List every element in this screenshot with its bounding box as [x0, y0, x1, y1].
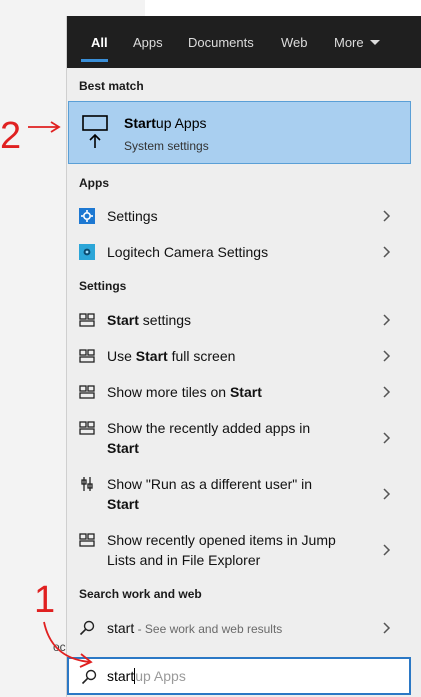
search-box[interactable]: startup Apps [67, 657, 411, 695]
active-tab-indicator [81, 59, 108, 62]
label-bold: Start [107, 440, 139, 456]
best-match-subtitle: System settings [124, 139, 209, 153]
settings-tile-icon [79, 385, 95, 399]
background-text-fragment: oc [53, 640, 66, 654]
logitech-camera-icon [79, 244, 95, 260]
best-match-result[interactable]: Startup Apps System settings [68, 101, 411, 164]
start-search-panel: All Apps Documents Web More Best match S… [66, 16, 421, 697]
label-part: Use [107, 348, 136, 364]
run-as-icon [81, 477, 93, 491]
chevron-right-icon [383, 350, 391, 362]
chevron-right-icon [383, 314, 391, 326]
label-bold: Start [107, 312, 139, 328]
search-autocomplete-suggestion: up Apps [135, 668, 186, 684]
search-web-heading: Search work and web [79, 587, 202, 601]
best-match-title-bold: Start [124, 115, 156, 131]
web-search-result[interactable]: start - See work and web results [67, 612, 411, 644]
settings-tile-icon [79, 349, 95, 363]
search-icon [79, 620, 95, 636]
setting-result-label: Show more tiles on Start [107, 382, 367, 402]
setting-result-recently-added[interactable]: Show the recently added apps in Start [67, 412, 411, 464]
gear-icon [79, 208, 95, 224]
settings-tile-icon [79, 533, 95, 547]
tab-apps[interactable]: Apps [133, 35, 163, 51]
setting-result-label: Start settings [107, 310, 367, 330]
web-search-hint: - See work and web results [134, 622, 283, 636]
label-part: full screen [167, 348, 236, 364]
screen: oc All Apps Documents Web More Best matc… [0, 0, 421, 697]
app-result-logitech[interactable]: Logitech Camera Settings [67, 236, 411, 268]
label-part: Lists and in File Explorer [107, 552, 261, 568]
apps-heading: Apps [79, 176, 109, 190]
setting-result-label: Show recently opened items in Jump Lists … [107, 530, 367, 570]
web-search-query: start [107, 620, 135, 636]
chevron-right-icon [383, 544, 391, 556]
setting-result-label: Use Start full screen [107, 346, 367, 366]
filter-tab-bar: All Apps Documents Web More [67, 16, 421, 68]
setting-result-more-tiles[interactable]: Show more tiles on Start [67, 376, 411, 408]
app-result-label: Logitech Camera Settings [107, 244, 269, 260]
chevron-right-icon [383, 432, 391, 444]
label-bold: Start [229, 384, 262, 400]
best-match-heading: Best match [79, 79, 144, 93]
chevron-right-icon [383, 622, 391, 634]
chevron-down-icon [369, 40, 380, 45]
app-result-settings[interactable]: Settings [67, 200, 411, 232]
chevron-right-icon [383, 386, 391, 398]
label-part: Show the recently added apps in [107, 420, 311, 436]
background-panel [0, 0, 66, 697]
chevron-right-icon [383, 488, 391, 500]
label-part: settings [138, 312, 192, 328]
settings-tile-icon [79, 421, 95, 435]
background-window: oc [0, 0, 145, 697]
app-result-label: Settings [107, 208, 158, 224]
best-match-title: Startup Apps [124, 115, 207, 131]
tab-web[interactable]: Web [281, 35, 308, 51]
setting-result-full-screen[interactable]: Use Start full screen [67, 340, 411, 372]
label-bold: Start [135, 348, 168, 364]
label-bold: Start [107, 496, 139, 512]
tab-documents[interactable]: Documents [188, 35, 254, 51]
setting-result-start-settings[interactable]: Start settings [67, 304, 411, 336]
settings-heading: Settings [79, 279, 127, 293]
best-match-title-rest: up Apps [155, 115, 207, 131]
search-input[interactable]: startup Apps [107, 668, 186, 684]
setting-result-run-as[interactable]: Show "Run as a different user" in Start [67, 468, 411, 520]
settings-tile-icon [79, 313, 95, 327]
setting-result-label: Show the recently added apps in Start [107, 418, 367, 458]
web-search-label: start - See work and web results [107, 618, 367, 639]
tab-all[interactable]: All [91, 35, 108, 51]
tab-more-label: More [334, 35, 364, 50]
label-part: Show "Run as a different user" in [107, 476, 313, 492]
label-part: Show recently opened items in Jump [107, 532, 336, 548]
search-typed-text: start [107, 668, 135, 684]
label-part: Show more tiles on [107, 384, 230, 400]
setting-result-label: Show "Run as a different user" in Start [107, 474, 367, 514]
setting-result-jump-lists[interactable]: Show recently opened items in Jump Lists … [67, 524, 411, 576]
chevron-right-icon [383, 210, 391, 222]
startup-apps-icon [82, 115, 108, 148]
search-icon [81, 669, 97, 685]
tab-more[interactable]: More [334, 35, 380, 51]
chevron-right-icon [383, 246, 391, 258]
